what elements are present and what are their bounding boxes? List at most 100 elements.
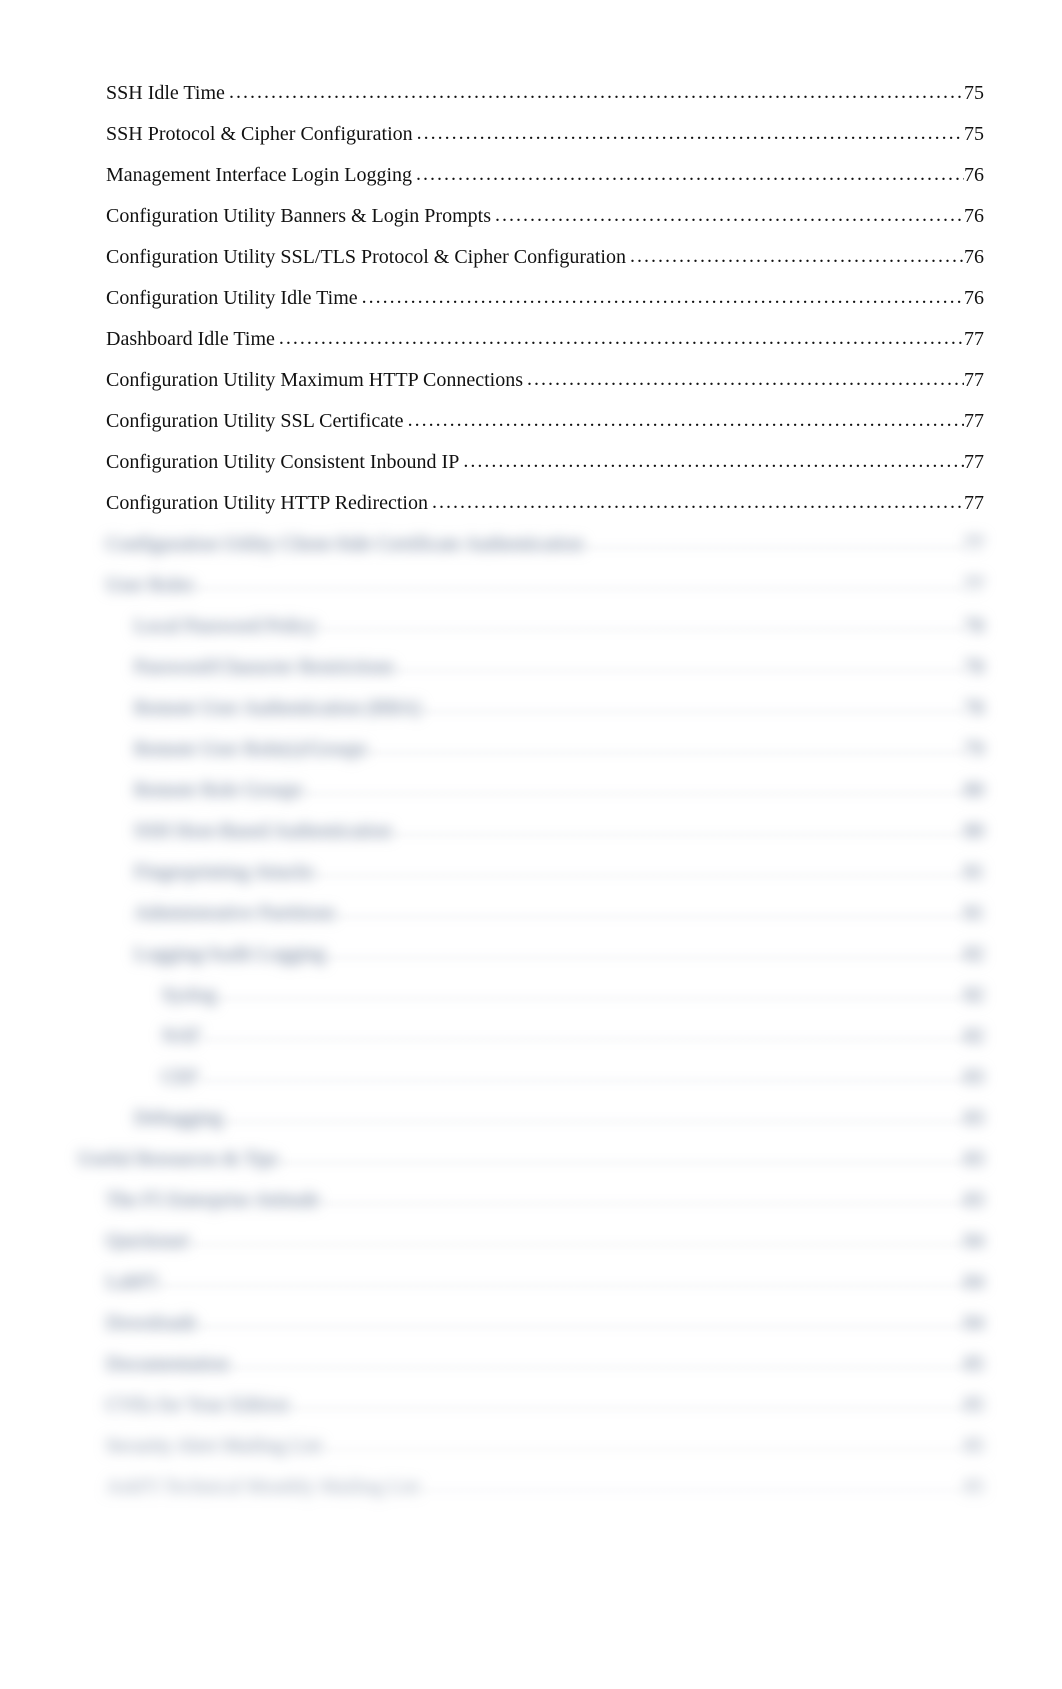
- toc-entry-title: Configuration Utility Client-Side Certif…: [106, 531, 584, 558]
- toc-entry[interactable]: Remote User Role(s)/Groups79: [134, 736, 984, 763]
- toc-entry[interactable]: Configuration Utility Client-Side Certif…: [106, 531, 984, 558]
- toc-entry[interactable]: Administrative Partitions81: [134, 900, 984, 927]
- toc-dot-leaders: [303, 776, 964, 803]
- toc-entry-title: Logging/Audit Logging: [134, 941, 326, 968]
- toc-dot-leaders: [459, 448, 964, 475]
- toc-entry[interactable]: Fingerprinting Attacks 81: [134, 859, 984, 886]
- toc-entry[interactable]: CVEs for Your Edition85: [106, 1392, 984, 1419]
- toc-entry[interactable]: SSH Host-Based Authentication80: [134, 818, 984, 845]
- toc-entry[interactable]: Useful Resources & Tips 83: [78, 1146, 984, 1173]
- toc-entry[interactable]: Remote User Authentication (RBA) 78: [134, 695, 984, 722]
- toc-entry-page: 76: [964, 203, 984, 230]
- toc-entry[interactable]: Configuration Utility Consistent Inbound…: [106, 449, 984, 476]
- toc-entry-page: 77: [964, 326, 984, 353]
- toc-entry-page: 85: [964, 1351, 984, 1378]
- toc-entry-page: 84: [964, 1228, 984, 1255]
- toc-entry-title: Fingerprinting Attacks: [134, 859, 315, 886]
- toc-dot-leaders: [189, 1227, 964, 1254]
- toc-entry[interactable]: Password/Character Restrictions78: [134, 654, 984, 681]
- toc-entry[interactable]: Configuration Utility Maximum HTTP Conne…: [106, 367, 984, 394]
- toc-entry-title: Dashboard Idle Time: [106, 326, 275, 353]
- toc-entry[interactable]: The F5 Enterprise Attitude 83: [106, 1187, 984, 1214]
- toc-entry[interactable]: NAT82: [162, 1023, 984, 1050]
- toc-dot-leaders: [275, 325, 964, 352]
- toc-entry-page: 77: [964, 408, 984, 435]
- toc-page: SSH Idle Time75 SSH Protocol & Cipher Con…: [0, 0, 1062, 1689]
- toc-dot-leaders: [216, 981, 964, 1008]
- toc-entry[interactable]: Configuration Utility SSL/TLS Protocol &…: [106, 244, 984, 271]
- toc-entry-title: Configuration Utility Consistent Inbound…: [106, 449, 459, 476]
- toc-dot-leaders: [421, 694, 964, 721]
- toc-dot-leaders: [413, 120, 964, 147]
- toc-dot-leaders: [223, 1104, 964, 1131]
- toc-entry[interactable]: Syslog82: [162, 982, 984, 1009]
- toc-entry-page: 83: [964, 1146, 984, 1173]
- toc-dot-leaders: [336, 899, 964, 926]
- toc-entry[interactable]: CEF83: [162, 1064, 984, 1091]
- toc-entry-title: Configuration Utility SSL/TLS Protocol &…: [106, 244, 626, 271]
- toc-entry[interactable]: Security Alert Mailing List85: [106, 1433, 984, 1460]
- toc-entry-page: 78: [964, 654, 984, 681]
- toc-dot-leaders: [289, 1391, 964, 1418]
- toc-dot-leaders: [404, 407, 964, 434]
- toc-entry-page: 80: [964, 777, 984, 804]
- toc-entry[interactable]: Downloads84: [106, 1310, 984, 1337]
- toc-entry-page: 84: [964, 1310, 984, 1337]
- toc-entry-page: 81: [964, 859, 984, 886]
- toc-entry-title: Syslog: [162, 982, 216, 1009]
- toc-entry-title: SSH Protocol & Cipher Configuration: [106, 121, 413, 148]
- toc-entry-page: 77: [964, 572, 984, 599]
- toc-entry[interactable]: Debugging83: [134, 1105, 984, 1132]
- toc-entry-page: 85: [964, 1474, 984, 1501]
- toc-dot-leaders: [158, 1268, 964, 1295]
- toc-entry-title: Remote User Role(s)/Groups: [134, 736, 367, 763]
- toc-entry[interactable]: Documentation85: [106, 1351, 984, 1378]
- toc-entry[interactable]: Remote Role Groups80: [134, 777, 984, 804]
- toc-entry[interactable]: Quickstart84: [106, 1228, 984, 1255]
- toc-entry-page: 83: [964, 1187, 984, 1214]
- toc-entry-title: Security Alert Mailing List: [106, 1433, 322, 1460]
- toc-entry-title: Configuration Utility Banners & Login Pr…: [106, 203, 491, 230]
- toc-entry-page: 77: [964, 367, 984, 394]
- toc-entry[interactable]: Configuration Utility Idle Time76: [106, 285, 984, 312]
- toc-dot-leaders: [197, 1309, 964, 1336]
- toc-entry[interactable]: Logging/Audit Logging82: [134, 941, 984, 968]
- toc-entry[interactable]: SSH Protocol & Cipher Configuration75: [106, 121, 984, 148]
- toc-dot-leaders: [317, 612, 964, 639]
- toc-entry-title: LabF5: [106, 1269, 158, 1296]
- toc-entry-title: The F5 Enterprise Attitude: [106, 1187, 320, 1214]
- toc-entry-page: 77: [964, 490, 984, 517]
- toc-entry-title: Local Password Policy: [134, 613, 317, 640]
- toc-dot-leaders: [420, 1473, 964, 1500]
- toc-entry-title: AskF5 Technical Monthly Mailing List: [106, 1474, 420, 1501]
- toc-entry[interactable]: SSH Idle Time75: [106, 80, 984, 107]
- toc-entry-page: 76: [964, 162, 984, 189]
- toc-dot-leaders: [279, 1145, 964, 1172]
- toc-entry[interactable]: Local Password Policy78: [134, 613, 984, 640]
- toc-entry-page: 76: [964, 244, 984, 271]
- toc-dot-leaders: [229, 1350, 964, 1377]
- toc-dot-leaders: [626, 243, 964, 270]
- toc-entry-title: SSH Host-Based Authentication: [134, 818, 392, 845]
- toc-entry[interactable]: LabF584: [106, 1269, 984, 1296]
- toc-dot-leaders: [199, 1063, 964, 1090]
- toc-entry-title: SSH Idle Time: [106, 80, 225, 107]
- toc-dot-leaders: [392, 817, 964, 844]
- toc-entry-page: 85: [964, 1392, 984, 1419]
- toc-entry[interactable]: User Roles 77: [106, 572, 984, 599]
- toc-dot-leaders: [367, 735, 964, 762]
- toc-entry[interactable]: Configuration Utility SSL Certificate77: [106, 408, 984, 435]
- toc-entry[interactable]: Configuration Utility Banners & Login Pr…: [106, 203, 984, 230]
- toc-entry-title: User Roles: [106, 572, 194, 599]
- toc-entry-title: NAT: [162, 1023, 201, 1050]
- toc-entry[interactable]: Configuration Utility HTTP Redirection77: [106, 490, 984, 517]
- toc-entry[interactable]: Management Interface Login Logging76: [106, 162, 984, 189]
- toc-dot-leaders: [320, 1186, 964, 1213]
- toc-entry-page: 78: [964, 695, 984, 722]
- toc-entry-title: Remote User Authentication (RBA): [134, 695, 421, 722]
- toc-entry-title: Useful Resources & Tips: [78, 1146, 279, 1173]
- toc-dot-leaders: [201, 1022, 964, 1049]
- toc-entry[interactable]: Dashboard Idle Time 77: [106, 326, 984, 353]
- toc-dot-leaders: [194, 571, 964, 598]
- toc-entry[interactable]: AskF5 Technical Monthly Mailing List 85: [106, 1474, 984, 1501]
